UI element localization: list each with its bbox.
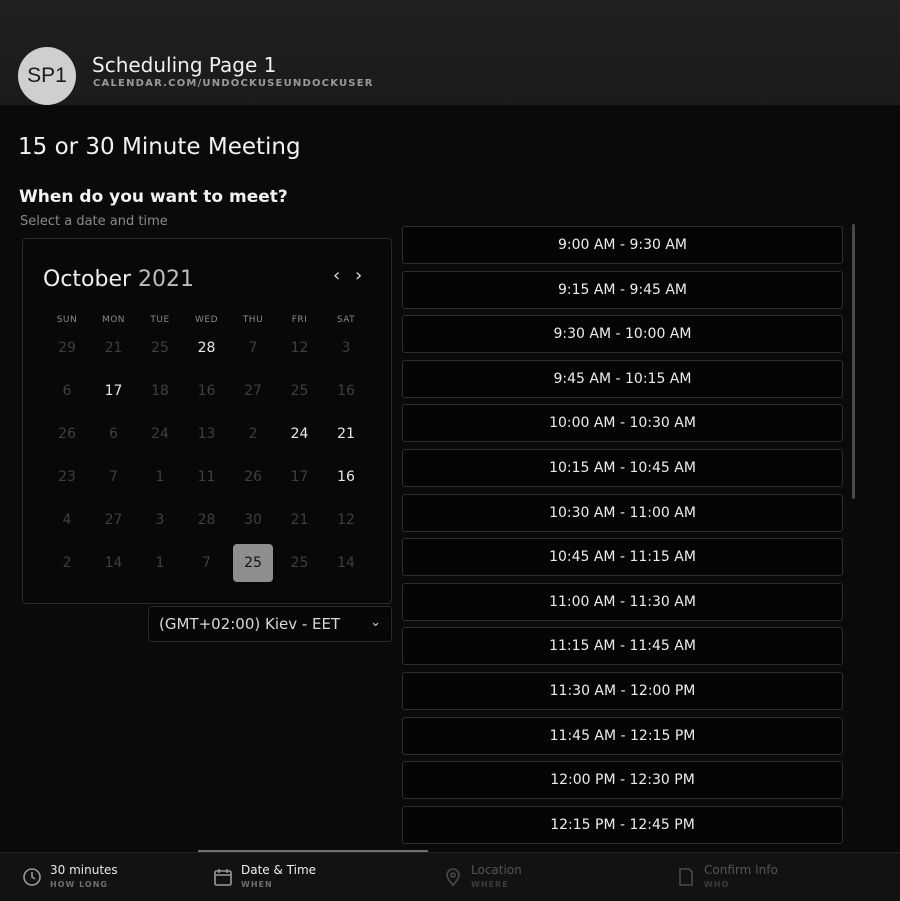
calendar-day: 21: [290, 512, 309, 528]
date-picker-calendar: October 2021 ‹ › SUN MON TUE WED THU FRI SAT 29…: [22, 238, 392, 604]
calendar-day: 27: [104, 512, 123, 528]
calendar-day: 2: [62, 555, 72, 571]
timezone-select[interactable]: (GMT+02:00) Kiev - EET ⌄: [148, 606, 392, 642]
previous-month-button[interactable]: ‹: [333, 265, 340, 286]
page-url[interactable]: CALENDAR.COM/UNDOCKUSEUNDOCKUSER: [93, 78, 374, 89]
step-who[interactable]: Confirm Info WHO: [676, 863, 856, 899]
calendar-day: 11: [197, 469, 216, 485]
time-slot-scrollbar[interactable]: [852, 224, 855, 499]
avatar: SP1: [18, 47, 76, 105]
weekday-header: WED: [194, 315, 218, 325]
time-slot-button[interactable]: 12:15 PM - 12:45 PM: [402, 805, 843, 844]
calendar-day: 26: [58, 426, 76, 442]
calendar-month-label: October 2021: [43, 267, 194, 292]
year-name: 2021: [138, 267, 195, 292]
time-slot-button[interactable]: 11:30 AM - 12:00 PM: [402, 672, 843, 710]
calendar-day: 14: [337, 555, 355, 571]
calendar-day[interactable]: 21: [326, 415, 366, 453]
time-slot-button[interactable]: 9:00 AM - 9:30 AM: [402, 226, 843, 264]
time-slot-button[interactable]: 12:00 PM - 12:30 PM: [402, 761, 843, 800]
page-name: Scheduling Page 1: [92, 53, 277, 77]
calendar-day: 16: [197, 383, 216, 399]
calendar-day: 25: [151, 340, 169, 356]
booking-steps-footer: 30 minutes HOW LONG Date & Time WHEN Locatio…: [0, 852, 900, 901]
time-slot-button[interactable]: 9:30 AM - 10:00 AM: [402, 315, 843, 354]
weekday-header: THU: [242, 315, 264, 325]
calendar-day: 7: [202, 555, 211, 571]
step-title: Location: [471, 863, 522, 877]
month-name: October: [43, 267, 132, 292]
calendar-day: 30: [244, 512, 262, 528]
step-subtitle: WHEN: [241, 880, 273, 889]
calendar-day[interactable]: 28: [187, 329, 227, 367]
time-slot-list[interactable]: 9:00 AM - 9:30 AM 9:15 AM - 9:45 AM 9:30 A…: [402, 224, 847, 844]
calendar-day: 7: [109, 469, 118, 485]
when-question: When do you want to meet?: [19, 187, 288, 207]
step-subtitle: WHO: [704, 880, 730, 889]
calendar-day: 17: [290, 469, 309, 485]
chevron-down-icon: ⌄: [370, 615, 381, 630]
weekday-header: SAT: [336, 315, 356, 325]
calendar-day[interactable]: 17: [94, 372, 134, 410]
calendar-day: 12: [337, 512, 355, 528]
scheduling-header: SP1 Scheduling Page 1 CALENDAR.COM/UNDOC…: [0, 0, 900, 105]
time-slot-button[interactable]: 11:45 AM - 12:15 PM: [402, 716, 843, 755]
step-how-long[interactable]: 30 minutes HOW LONG: [22, 863, 202, 899]
calendar-day: 25: [290, 555, 309, 571]
calendar-day: 26: [244, 469, 262, 485]
select-hint: Select a date and time: [20, 214, 168, 229]
time-slot-button[interactable]: 9:15 AM - 9:45 AM: [402, 270, 843, 309]
calendar-day: 1: [155, 469, 165, 485]
calendar-day: 13: [197, 426, 216, 442]
step-title: Confirm Info: [704, 863, 778, 877]
weekday-header: MON: [101, 315, 126, 325]
step-where[interactable]: Location WHERE: [443, 863, 623, 899]
time-slot-button[interactable]: 9:45 AM - 10:15 AM: [402, 359, 843, 398]
time-slot-button[interactable]: 11:00 AM - 11:30 AM: [402, 582, 843, 621]
time-slot-button[interactable]: 10:30 AM - 11:00 AM: [402, 493, 843, 532]
document-icon: [676, 867, 698, 889]
calendar-day: 21: [104, 340, 123, 356]
step-when[interactable]: Date & Time WHEN: [213, 863, 393, 899]
weekday-header: SUN: [56, 315, 78, 325]
next-month-button[interactable]: ›: [355, 265, 362, 286]
meeting-title: 15 or 30 Minute Meeting: [18, 134, 301, 160]
calendar-day: 4: [62, 512, 72, 528]
calendar-day: 12: [290, 340, 309, 356]
calendar-day: 27: [244, 383, 262, 399]
calendar-day[interactable]: 16: [326, 458, 366, 496]
calendar-day: 24: [151, 426, 169, 442]
calendar-day: 14: [104, 555, 123, 571]
step-subtitle: WHERE: [471, 880, 509, 889]
step-subtitle: HOW LONG: [50, 880, 108, 889]
step-title: 30 minutes: [50, 863, 118, 877]
calendar-day: 28: [197, 512, 216, 528]
calendar-day[interactable]: 24: [280, 415, 320, 453]
time-slot-button[interactable]: 10:45 AM - 11:15 AM: [402, 538, 843, 577]
calendar-day: 2: [248, 426, 258, 442]
calendar-day: 18: [151, 383, 169, 399]
calendar-day: 6: [109, 426, 118, 442]
calendar-day-selected[interactable]: 25: [233, 544, 273, 582]
clock-icon: [22, 867, 44, 889]
weekday-header: TUE: [150, 315, 170, 325]
calendar-day: 7: [248, 340, 258, 356]
weekday-header: FRI: [291, 315, 308, 325]
calendar-day: 16: [337, 383, 355, 399]
timezone-value: (GMT+02:00) Kiev - EET: [159, 615, 341, 633]
time-slot-button[interactable]: 10:00 AM - 10:30 AM: [402, 404, 843, 443]
calendar-day: 3: [341, 340, 351, 356]
calendar-day: 23: [58, 469, 76, 485]
calendar-day: 29: [58, 340, 76, 356]
calendar-day: 25: [290, 383, 309, 399]
calendar-day: 6: [62, 383, 72, 399]
location-pin-icon: [443, 867, 465, 889]
step-title: Date & Time: [241, 863, 317, 877]
calendar-day: 1: [155, 555, 165, 571]
time-slot-button[interactable]: 10:15 AM - 10:45 AM: [402, 449, 843, 487]
time-slot-button[interactable]: 11:15 AM - 11:45 AM: [402, 627, 843, 666]
calendar-icon: [213, 867, 235, 889]
calendar-day: 3: [155, 512, 165, 528]
